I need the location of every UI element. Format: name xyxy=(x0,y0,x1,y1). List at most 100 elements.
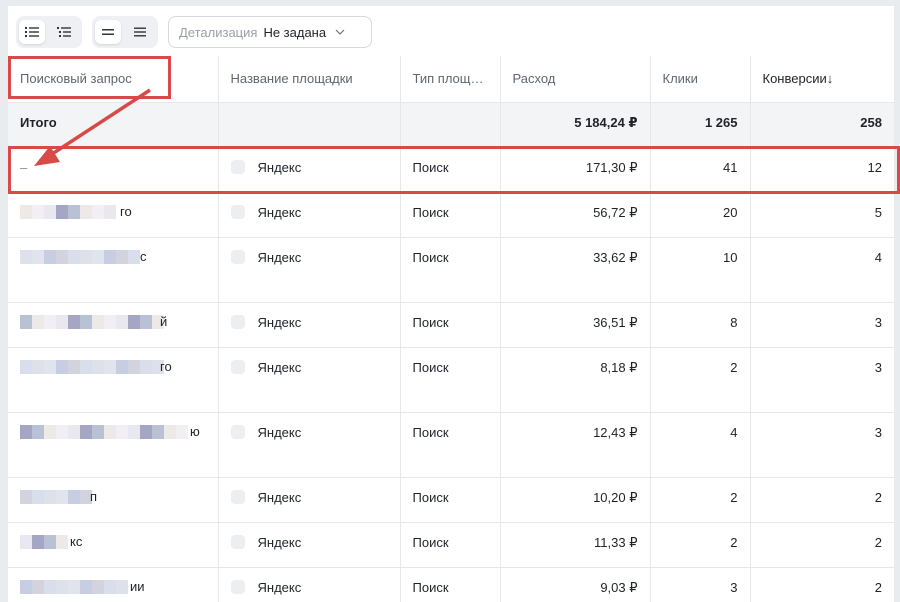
total-conversions: 258 xyxy=(750,102,894,148)
site-favicon-icon xyxy=(230,159,245,174)
query-text: ии xyxy=(130,578,145,594)
site-favicon-icon xyxy=(230,579,245,594)
table-row[interactable]: – Яндекс Поиск 171,30 ₽41 12 xyxy=(8,147,894,193)
redacted-query: го xyxy=(20,204,132,219)
table-row[interactable]: ии Яндекс Поиск 9,03 ₽3 2 xyxy=(8,567,894,602)
query-text: го xyxy=(160,358,172,374)
table-row[interactable]: го Яндекс Поиск 56,72 ₽20 5 xyxy=(8,192,894,238)
cost-cell: 56,72 ₽ xyxy=(500,192,651,238)
clicks-cell: 2 xyxy=(650,347,751,413)
site-favicon-icon xyxy=(230,534,245,549)
table-row[interactable]: й Яндекс Поиск 36,51 ₽8 3 xyxy=(8,302,894,348)
site-cell: Яндекс xyxy=(218,347,401,413)
cost-cell: 33,62 ₽ xyxy=(500,237,651,303)
query-text: ю xyxy=(190,423,200,439)
site-favicon-icon xyxy=(230,249,245,264)
conversions-cell: 2 xyxy=(750,477,894,523)
total-clicks: 1 265 xyxy=(650,102,751,148)
cost-cell: 9,03 ₽ xyxy=(500,567,651,602)
detail-select[interactable]: Детализация Не задана xyxy=(168,16,372,48)
density-compact-icon[interactable] xyxy=(95,20,121,44)
site-cell: Яндекс xyxy=(218,567,401,602)
site-name: Яндекс xyxy=(257,489,302,505)
site-name: Яндекс xyxy=(257,249,302,265)
query-text: – xyxy=(20,159,28,175)
site-name: Яндекс xyxy=(257,359,302,375)
type-cell: Поиск xyxy=(400,237,501,303)
col-clicks[interactable]: Клики xyxy=(650,56,751,103)
redacted-query: й xyxy=(20,313,170,329)
clicks-cell: 8 xyxy=(650,302,751,348)
site-favicon-icon xyxy=(230,314,245,329)
type-cell: Поиск xyxy=(400,147,501,193)
site-cell: Яндекс xyxy=(218,192,401,238)
type-cell: Поиск xyxy=(400,477,501,523)
table-row[interactable]: ю Яндекс Поиск 12,43 ₽4 3 xyxy=(8,412,894,478)
redacted-query: ии xyxy=(20,579,145,594)
query-cell: с xyxy=(8,237,219,303)
redacted-query: с xyxy=(20,248,150,264)
site-cell: Яндекс xyxy=(218,302,401,348)
view-mode-group xyxy=(16,16,82,48)
conversions-cell: 3 xyxy=(750,347,894,413)
cost-cell: 11,33 ₽ xyxy=(500,522,651,568)
query-text: кс xyxy=(70,533,83,549)
redacted-query: п xyxy=(20,489,100,504)
query-cell: го xyxy=(8,347,219,413)
conversions-cell: 4 xyxy=(750,237,894,303)
cost-cell: 171,30 ₽ xyxy=(500,147,651,193)
total-cost: 5 184,24 ₽ xyxy=(500,102,651,148)
table-row[interactable]: п Яндекс Поиск 10,20 ₽2 2 xyxy=(8,477,894,523)
col-search-query[interactable]: Поисковый запрос xyxy=(8,56,219,103)
clicks-cell: 2 xyxy=(650,522,751,568)
total-row: Итого 5 184,24 ₽ 1 265 258 xyxy=(8,102,894,148)
type-cell: Поиск xyxy=(400,192,501,238)
table-header: Поисковый запрос Название площадки Тип п… xyxy=(8,56,894,103)
clicks-cell: 4 xyxy=(650,412,751,478)
query-text: й xyxy=(160,313,168,329)
query-cell: й xyxy=(8,302,219,348)
site-name: Яндекс xyxy=(257,534,302,550)
chevron-down-icon xyxy=(335,29,345,35)
site-favicon-icon xyxy=(230,489,245,504)
redacted-query: кс xyxy=(20,533,83,549)
clicks-cell: 3 xyxy=(650,567,751,602)
query-text: с xyxy=(140,248,147,264)
site-name: Яндекс xyxy=(257,204,302,220)
stats-table: Поисковый запрос Название площадки Тип п… xyxy=(8,56,894,602)
col-site-name[interactable]: Название площадки xyxy=(218,56,401,103)
list-nested-icon[interactable] xyxy=(51,20,77,44)
cost-cell: 36,51 ₽ xyxy=(500,302,651,348)
density-group xyxy=(92,16,158,48)
list-icon[interactable] xyxy=(19,20,45,44)
site-favicon-icon xyxy=(230,204,245,219)
report-panel: Детализация Не задана Поисковый запрос Н… xyxy=(8,6,894,602)
clicks-cell: 10 xyxy=(650,237,751,303)
query-cell: – xyxy=(8,147,219,193)
detail-value: Не задана xyxy=(263,24,327,40)
toolbar: Детализация Не задана xyxy=(8,6,894,56)
type-cell: Поиск xyxy=(400,412,501,478)
site-name: Яндекс xyxy=(257,159,302,175)
redacted-query: го xyxy=(20,358,172,374)
clicks-cell: 2 xyxy=(650,477,751,523)
query-cell: ии xyxy=(8,567,219,602)
density-comfortable-icon[interactable] xyxy=(127,20,153,44)
conversions-cell: 3 xyxy=(750,412,894,478)
redacted-query: ю xyxy=(20,423,200,439)
site-name: Яндекс xyxy=(257,424,302,440)
table-row[interactable]: кс Яндекс Поиск 11,33 ₽2 2 xyxy=(8,522,894,568)
conversions-cell: 2 xyxy=(750,567,894,602)
col-cost[interactable]: Расход xyxy=(500,56,651,103)
type-cell: Поиск xyxy=(400,347,501,413)
detail-label: Детализация xyxy=(179,24,258,40)
conversions-cell: 12 xyxy=(750,147,894,193)
col-site-type[interactable]: Тип площ… xyxy=(400,56,501,103)
col-conversions[interactable]: Конверсии↓ xyxy=(750,56,894,103)
table-row[interactable]: с Яндекс Поиск 33,62 ₽10 4 xyxy=(8,237,894,303)
table-row[interactable]: го Яндекс Поиск 8,18 ₽2 3 xyxy=(8,347,894,413)
query-cell: го xyxy=(8,192,219,238)
clicks-cell: 41 xyxy=(650,147,751,193)
conversions-cell: 2 xyxy=(750,522,894,568)
type-cell: Поиск xyxy=(400,302,501,348)
